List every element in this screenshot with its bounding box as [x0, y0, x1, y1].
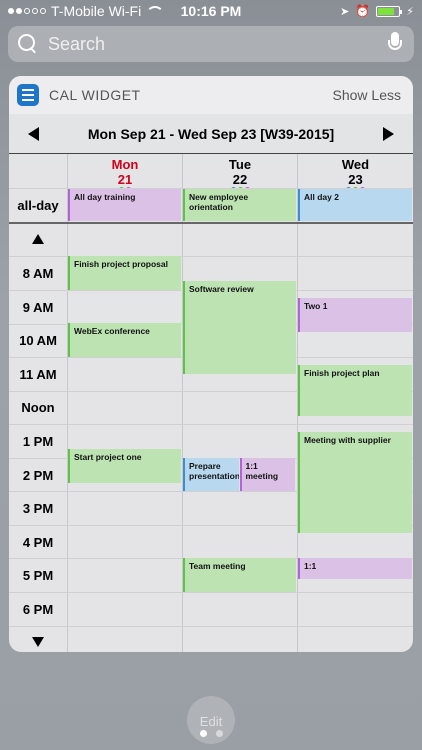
status-bar: T-Mobile Wi-Fi 10:16 PM ➤ ⏰ ⚡ [0, 0, 422, 22]
alarm-icon: ⏰ [355, 4, 371, 18]
calendar-event[interactable]: 1:1 [298, 558, 412, 579]
hour-label: 1 PM [22, 434, 54, 449]
calendar-event[interactable]: Meeting with supplier [298, 432, 412, 534]
search-bar[interactable] [8, 26, 414, 62]
day-number: 22 [232, 172, 248, 187]
battery-icon [376, 5, 403, 17]
all-day-label: all-day [17, 198, 59, 213]
status-right: ➤ ⏰ ⚡ [340, 4, 414, 18]
day-number: 23 [348, 172, 363, 187]
calendar-event[interactable]: 1:1 meeting [239, 457, 295, 492]
hour-label: 10 AM [19, 333, 57, 349]
day-name: Wed [341, 157, 370, 172]
calendar-grid: Mon 21 Tue 22 Wed 23 all-day 8 AM 9 AM 1… [9, 154, 413, 652]
cal-widget: CAL WIDGET Show Less Mon Sep 21 - Wed Se… [9, 76, 413, 652]
page-indicator [0, 730, 422, 737]
search-icon [18, 34, 38, 54]
previous-arrow-icon[interactable] [28, 127, 39, 141]
microphone-icon[interactable] [388, 32, 402, 56]
hour-label: 3 PM [22, 501, 54, 517]
all-day-event[interactable]: All day 2 [298, 189, 412, 221]
search-input[interactable] [48, 33, 388, 55]
day-header-mon[interactable]: Mon 21 [68, 154, 182, 192]
day-name: Mon [111, 157, 139, 172]
day-header-wed[interactable]: Wed 23 [298, 154, 413, 192]
location-icon: ➤ [340, 5, 350, 18]
calendar-event[interactable]: Team meeting [183, 558, 296, 592]
hour-label: Noon [21, 400, 55, 416]
page-dot [199, 730, 207, 737]
all-day-event[interactable]: New employee orientation [183, 189, 296, 221]
calendar-event[interactable]: Two 1 [298, 298, 412, 332]
charging-icon: ⚡ [406, 5, 414, 18]
hour-label: 2 PM [22, 467, 54, 483]
calendar-event[interactable]: Finish project proposal [68, 256, 181, 290]
scroll-down-icon[interactable] [32, 637, 44, 647]
day-header-tue[interactable]: Tue 22 [183, 154, 297, 192]
calendar-event[interactable]: Software review [183, 281, 296, 374]
calendar-event[interactable]: WebEx conference [68, 323, 181, 357]
widget-title: CAL WIDGET [49, 87, 141, 103]
hour-label: 5 PM [22, 568, 54, 584]
calendar-event[interactable]: Start project one [68, 449, 181, 483]
hour-label: 11 AM [19, 366, 57, 382]
date-range: Mon Sep 21 - Wed Sep 23 [W39-2015] [87, 125, 335, 142]
day-name: Tue [228, 157, 252, 172]
calendar-app-icon [17, 84, 39, 106]
next-arrow-icon[interactable] [383, 127, 394, 141]
calendar-event[interactable]: Finish project plan [298, 365, 412, 416]
show-less-button[interactable]: Show Less [333, 87, 401, 103]
page-dot [215, 730, 223, 737]
all-day-event[interactable]: All day training [68, 189, 181, 221]
widget-header: CAL WIDGET Show Less [9, 76, 413, 114]
scroll-up-icon[interactable] [32, 234, 44, 244]
hour-label: 9 AM [22, 299, 54, 315]
hour-label: 6 PM [22, 602, 54, 617]
hour-label: 8 AM [22, 266, 54, 281]
date-navigator: Mon Sep 21 - Wed Sep 23 [W39-2015] [9, 114, 413, 154]
calendar-event[interactable]: Prepare presentation [183, 457, 239, 492]
day-number: 21 [117, 172, 133, 187]
hour-label: 4 PM [22, 534, 54, 550]
